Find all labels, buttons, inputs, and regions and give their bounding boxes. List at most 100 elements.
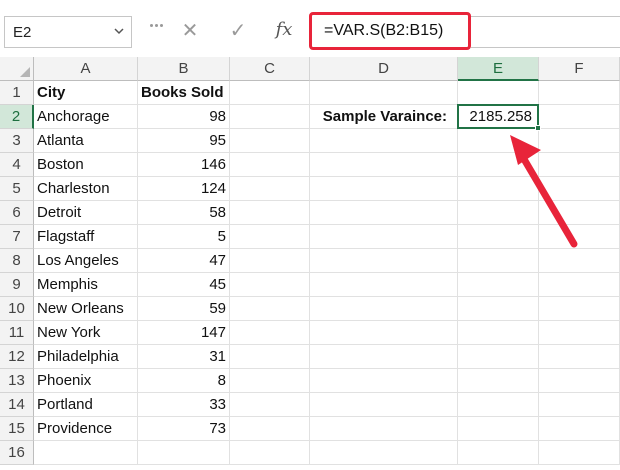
city-cell[interactable]: Memphis	[34, 273, 138, 297]
cell-d14[interactable]	[310, 393, 458, 417]
books-sold-cell[interactable]: 73	[138, 417, 230, 441]
cell-f11[interactable]	[539, 321, 620, 345]
cell-e7[interactable]	[458, 225, 539, 249]
row-header-11[interactable]: 11	[0, 321, 34, 345]
cell-d7[interactable]	[310, 225, 458, 249]
books-sold-cell[interactable]: 47	[138, 249, 230, 273]
cell-d6[interactable]	[310, 201, 458, 225]
cell-d13[interactable]	[310, 369, 458, 393]
books-sold-cell[interactable]: 98	[138, 105, 230, 129]
city-cell[interactable]: Charleston	[34, 177, 138, 201]
row-header-1[interactable]: 1	[0, 81, 34, 105]
row-header-7[interactable]: 7	[0, 225, 34, 249]
cell-c3[interactable]	[230, 129, 310, 153]
city-cell[interactable]: Providence	[34, 417, 138, 441]
cell-c16[interactable]	[230, 441, 310, 465]
cell-c12[interactable]	[230, 345, 310, 369]
drag-dots-icon[interactable]	[150, 24, 153, 27]
cell-f1[interactable]	[539, 81, 620, 105]
formula-input-extension[interactable]	[471, 16, 620, 48]
cell-f13[interactable]	[539, 369, 620, 393]
cell-e5[interactable]	[458, 177, 539, 201]
row-header-9[interactable]: 9	[0, 273, 34, 297]
header-books-sold-cell[interactable]: Books Sold	[138, 81, 230, 105]
fill-handle[interactable]	[535, 125, 541, 131]
cell-c9[interactable]	[230, 273, 310, 297]
cell-c11[interactable]	[230, 321, 310, 345]
books-sold-cell[interactable]: 31	[138, 345, 230, 369]
cell-e10[interactable]	[458, 297, 539, 321]
city-cell[interactable]: Portland	[34, 393, 138, 417]
enter-check-icon[interactable]: ✓	[222, 18, 254, 43]
cell-f8[interactable]	[539, 249, 620, 273]
books-sold-cell[interactable]: 8	[138, 369, 230, 393]
cell-e13[interactable]	[458, 369, 539, 393]
column-header-e[interactable]: E	[458, 57, 539, 81]
row-header-5[interactable]: 5	[0, 177, 34, 201]
cell-c14[interactable]	[230, 393, 310, 417]
column-header-d[interactable]: D	[310, 57, 458, 81]
cell-c8[interactable]	[230, 249, 310, 273]
cell-f6[interactable]	[539, 201, 620, 225]
cell-c5[interactable]	[230, 177, 310, 201]
cell-d4[interactable]	[310, 153, 458, 177]
cell-c2[interactable]	[230, 105, 310, 129]
cell-e9[interactable]	[458, 273, 539, 297]
city-cell[interactable]: Philadelphia	[34, 345, 138, 369]
cell-f12[interactable]	[539, 345, 620, 369]
city-cell[interactable]: New York	[34, 321, 138, 345]
city-cell[interactable]: New Orleans	[34, 297, 138, 321]
books-sold-cell[interactable]: 124	[138, 177, 230, 201]
cell-f15[interactable]	[539, 417, 620, 441]
column-header-a[interactable]: A	[34, 57, 138, 81]
cell-f4[interactable]	[539, 153, 620, 177]
city-cell[interactable]: Anchorage	[34, 105, 138, 129]
cell-f16[interactable]	[539, 441, 620, 465]
cell-d12[interactable]	[310, 345, 458, 369]
cell-e3[interactable]	[458, 129, 539, 153]
formula-input[interactable]: =VAR.S(B2:B15)	[309, 12, 471, 50]
cell-d10[interactable]	[310, 297, 458, 321]
cell-b16[interactable]	[138, 441, 230, 465]
city-cell[interactable]: Detroit	[34, 201, 138, 225]
row-header-3[interactable]: 3	[0, 129, 34, 153]
books-sold-cell[interactable]: 95	[138, 129, 230, 153]
row-header-15[interactable]: 15	[0, 417, 34, 441]
row-header-2[interactable]: 2	[0, 105, 34, 129]
cell-e16[interactable]	[458, 441, 539, 465]
cell-f5[interactable]	[539, 177, 620, 201]
cell-f10[interactable]	[539, 297, 620, 321]
cell-d1[interactable]	[310, 81, 458, 105]
cell-d16[interactable]	[310, 441, 458, 465]
books-sold-cell[interactable]: 45	[138, 273, 230, 297]
cell-e15[interactable]	[458, 417, 539, 441]
books-sold-cell[interactable]: 146	[138, 153, 230, 177]
row-header-10[interactable]: 10	[0, 297, 34, 321]
cell-d3[interactable]	[310, 129, 458, 153]
cell-e12[interactable]	[458, 345, 539, 369]
cell-c7[interactable]	[230, 225, 310, 249]
cell-d11[interactable]	[310, 321, 458, 345]
cell-e1[interactable]	[458, 81, 539, 105]
cell-a16[interactable]	[34, 441, 138, 465]
row-header-16[interactable]: 16	[0, 441, 34, 465]
city-cell[interactable]: Los Angeles	[34, 249, 138, 273]
cell-d5[interactable]	[310, 177, 458, 201]
drag-dots-icon[interactable]	[160, 24, 163, 27]
cell-c6[interactable]	[230, 201, 310, 225]
city-cell[interactable]: Phoenix	[34, 369, 138, 393]
cell-c10[interactable]	[230, 297, 310, 321]
books-sold-cell[interactable]: 5	[138, 225, 230, 249]
row-header-12[interactable]: 12	[0, 345, 34, 369]
cell-c4[interactable]	[230, 153, 310, 177]
cell-e6[interactable]	[458, 201, 539, 225]
row-header-8[interactable]: 8	[0, 249, 34, 273]
column-header-f[interactable]: F	[539, 57, 620, 81]
books-sold-cell[interactable]: 58	[138, 201, 230, 225]
cell-f7[interactable]	[539, 225, 620, 249]
cell-d9[interactable]	[310, 273, 458, 297]
cell-f14[interactable]	[539, 393, 620, 417]
city-cell[interactable]: Atlanta	[34, 129, 138, 153]
header-city-cell[interactable]: City	[34, 81, 138, 105]
books-sold-cell[interactable]: 147	[138, 321, 230, 345]
